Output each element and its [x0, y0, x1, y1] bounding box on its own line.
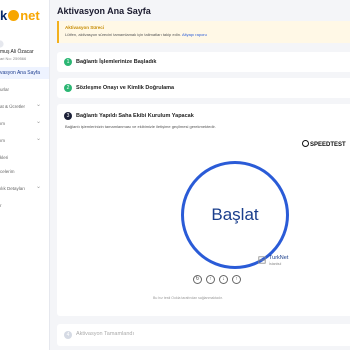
chevron-down-icon[interactable]: ⌄ — [36, 183, 41, 190]
step-title: Bağlantı İşlemlerinize Başladık — [76, 59, 157, 65]
sidebar-item-4[interactable]: ım — [0, 138, 5, 143]
sidebar-item-6[interactable]: celerim — [0, 169, 15, 174]
share-icon[interactable]: ↑ — [232, 275, 241, 284]
avatar — [0, 40, 4, 48]
speedtest-ring: Başlat — [181, 161, 289, 269]
speedtest-brand: SPEEDTEST — [302, 140, 346, 148]
step-title: Aktivasyon Tamamlandı — [76, 331, 134, 337]
step-card-1[interactable]: 1 Bağlantı İşlemlerinize Başladık — [57, 52, 350, 72]
step-number-badge: 1 — [64, 58, 72, 66]
sidebar-item-2[interactable]: at & Ücretler — [0, 104, 25, 109]
logo-circle-icon — [8, 10, 20, 21]
activation-notice: Aktivasyon Süreci Lütfen, aktivasyon sür… — [57, 21, 350, 43]
upload-icon[interactable]: ↑ — [206, 275, 215, 284]
sidebar-item-3[interactable]: ım — [0, 121, 5, 126]
download-icon[interactable]: ↓ — [219, 275, 228, 284]
main-content: Aktivasyon Ana Sayfa Aktivasyon Süreci L… — [57, 0, 350, 350]
notice-body: Lütfen, aktivasyon sürecini tamamlamak i… — [65, 32, 182, 37]
step-number-badge: 3 — [64, 112, 72, 120]
speedtest-footnote: Bu hız testi Ookla tarafından sağlanmakt… — [153, 296, 223, 300]
notice-link[interactable]: Altyapı raporu — [182, 32, 207, 37]
sidebar: k net muş Ali Özacar ari No: 259566 vasyo… — [0, 0, 50, 350]
isp-name[interactable]: TurkNet — [269, 255, 288, 261]
page-title: Aktivasyon Ana Sayfa — [57, 6, 151, 16]
chevron-down-icon[interactable]: ⌄ — [36, 118, 41, 125]
notice-title: Aktivasyon Süreci — [65, 25, 105, 30]
notice-text: Lütfen, aktivasyon sürecini tamamlamak i… — [65, 32, 207, 37]
step-number-badge: 4 — [64, 331, 72, 339]
isp-server-icon — [258, 256, 266, 264]
step-title: Bağlantı Yapıldı Saha Ekibi Kurulum Yapa… — [76, 113, 194, 119]
step-title: Sözleşme Onayı ve Kimlik Doğrulama — [76, 85, 175, 91]
chevron-down-icon[interactable]: ⌄ — [36, 101, 41, 108]
step-description: Bağlantı işlemlerinizin tamamlanması ve … — [65, 124, 216, 129]
logo-prefix: k — [0, 8, 8, 23]
logo-suffix: net — [20, 8, 40, 23]
turknet-logo[interactable]: k net — [0, 8, 40, 23]
step-card-2[interactable]: 2 Sözleşme Onayı ve Kimlik Doğrulama — [57, 78, 350, 98]
sidebar-item-1[interactable]: urlar — [0, 87, 9, 92]
user-customer-number: ari No: 259566 — [0, 56, 27, 61]
user-name: muş Ali Özacar — [0, 49, 34, 55]
start-speedtest-button[interactable]: Başlat — [187, 167, 283, 263]
sidebar-item-label: vasyon Ana Sayfa — [0, 70, 41, 76]
step-number-badge: 2 — [64, 84, 72, 92]
sidebar-item-8[interactable]: r — [0, 203, 2, 208]
isp-location: İstanbul — [269, 262, 282, 266]
sidebar-item-5[interactable]: kleri — [0, 155, 8, 160]
refresh-icon[interactable]: ↻ — [193, 275, 202, 284]
speedtest-gauge-icon — [302, 140, 309, 147]
sidebar-item-activation-home[interactable]: vasyon Ana Sayfa — [0, 67, 49, 79]
speedtest-label: SPEEDTEST — [310, 142, 346, 148]
chevron-down-icon[interactable]: ⌄ — [36, 135, 41, 142]
sidebar-item-7[interactable]: ılık Detayları — [0, 186, 25, 191]
